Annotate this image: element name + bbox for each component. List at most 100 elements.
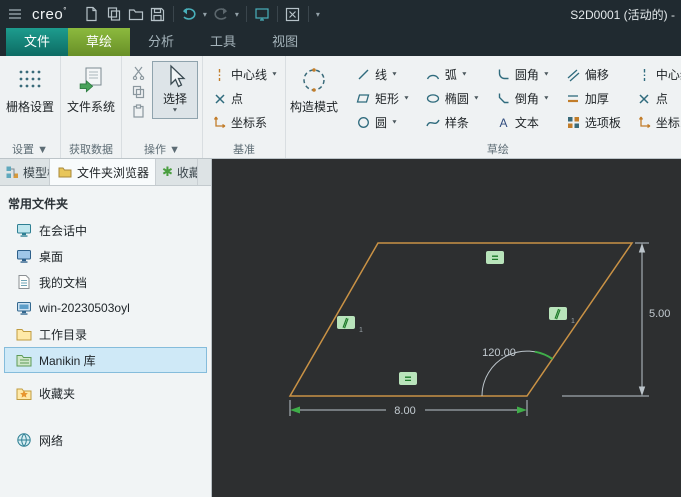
rectangle-icon: [356, 91, 371, 106]
datum-centerline-button[interactable]: 中心线 ▼: [207, 63, 283, 86]
folder-item-label: 桌面: [39, 249, 64, 264]
svg-text:=: =: [491, 251, 498, 265]
svg-text:A: A: [499, 116, 507, 129]
spline-button[interactable]: 样条: [421, 111, 485, 134]
text-button[interactable]: A 文本: [491, 111, 555, 134]
dropdown-arrow-icon[interactable]: ▼: [391, 72, 398, 78]
tab-folder-browser[interactable]: 文件夹浏览器: [50, 159, 157, 185]
folder-item-working-directory[interactable]: 工作目录: [4, 321, 207, 347]
library-icon: [15, 352, 32, 369]
offset-icon: [566, 67, 581, 82]
circle-button[interactable]: 圆 ▼: [351, 111, 415, 134]
tab-favorites[interactable]: ✱ 收藏夹: [156, 159, 199, 185]
sketch-csys-label: 坐标系: [655, 116, 681, 130]
copy-icon[interactable]: [130, 84, 147, 100]
sketch-centerline-button[interactable]: 中心线 ▼: [632, 63, 681, 86]
ribbon: 栅格设置 设置 ▼ 文件系统 获取数据 选择 ▼ 操作 ▼ 中心线 ▼ 点 坐标…: [0, 56, 681, 159]
thicken-icon: [566, 91, 581, 106]
toolbar-separator: [276, 6, 278, 22]
tab-analysis[interactable]: 分析: [130, 28, 192, 56]
tab-sketch[interactable]: 草绘: [68, 28, 131, 56]
dropdown-arrow-icon[interactable]: ▼: [403, 96, 410, 102]
undo-dropdown-icon[interactable]: ▾: [200, 10, 210, 19]
offset-button[interactable]: 偏移: [561, 63, 626, 86]
folder-section-header: 常用文件夹: [8, 197, 69, 211]
toolbar-options-icon[interactable]: ▾: [313, 10, 323, 19]
chamfer-label: 倒角: [514, 92, 539, 106]
navigator-tabs: 模型树 文件夹浏览器 ✱ 收藏夹: [0, 159, 211, 186]
datum-csys-button[interactable]: 坐标系: [207, 111, 283, 134]
constraint-equal-bottom[interactable]: =: [399, 372, 417, 386]
regenerate-window-icon[interactable]: [251, 3, 273, 25]
ellipse-button[interactable]: 椭圆 ▼: [421, 87, 485, 110]
sketch-canvas[interactable]: 8.00 5.00 120.00 = = ∥ 1 ∥ 1: [212, 159, 681, 497]
folder-item-my-documents[interactable]: 我的文档: [4, 269, 207, 295]
creo-logo: creo°: [32, 5, 67, 23]
dropdown-arrow-icon[interactable]: ▼: [543, 96, 550, 102]
toolbar-separator: [245, 6, 247, 22]
group-label-get-data[interactable]: 获取数据: [61, 141, 121, 157]
select-button[interactable]: 选择 ▼: [152, 61, 198, 119]
palette-button[interactable]: 选项板: [561, 111, 626, 134]
tab-view[interactable]: 视图: [254, 28, 316, 56]
constraint-parallel-left[interactable]: ∥ 1: [337, 316, 363, 334]
tab-tools[interactable]: 工具: [192, 28, 254, 56]
tab-model-tree[interactable]: 模型树: [0, 159, 50, 185]
constraint-equal-top[interactable]: =: [486, 251, 504, 265]
folder-icon: [56, 164, 73, 181]
file-system-button[interactable]: 文件系统: [61, 59, 121, 115]
close-window-icon[interactable]: [282, 3, 304, 25]
centerline-icon: [212, 67, 227, 82]
fillet-button[interactable]: 圆角 ▼: [491, 63, 555, 86]
thicken-button[interactable]: 加厚: [561, 87, 626, 110]
desktop-icon: [15, 248, 32, 265]
constraint-parallel-right[interactable]: ∥ 1: [549, 307, 575, 325]
folder-item-favorites[interactable]: 收藏夹: [4, 380, 207, 406]
app-menu-icon[interactable]: [4, 4, 26, 24]
grid-settings-button[interactable]: 栅格设置: [0, 59, 60, 115]
folder-item-manikin-library[interactable]: Manikin 库: [4, 347, 207, 373]
folder-item-desktop[interactable]: 桌面: [4, 243, 207, 269]
line-icon: [356, 67, 371, 82]
sketch-point-button[interactable]: 点: [632, 87, 681, 110]
sketch-csys-button[interactable]: 坐标系: [632, 111, 681, 134]
group-label-settings[interactable]: 设置 ▼: [0, 141, 60, 157]
tab-file[interactable]: 文件: [6, 28, 69, 56]
palette-label: 选项板: [584, 116, 621, 130]
folder-item-label: 在会话中: [39, 223, 88, 238]
dropdown-arrow-icon[interactable]: ▼: [461, 72, 468, 78]
grid-icon: [16, 62, 44, 98]
folder-item-in-session[interactable]: 在会话中: [4, 217, 207, 243]
construction-mode-button[interactable]: 构造模式: [286, 59, 342, 115]
new-file-icon[interactable]: [81, 3, 103, 25]
folder-item-computer[interactable]: win-20230503oyl: [4, 295, 207, 321]
construction-mode-icon: [300, 62, 328, 98]
undo-icon[interactable]: [178, 3, 200, 25]
open-folder-icon[interactable]: [125, 3, 147, 25]
title-bar: creo° ▾ ▾ ▾ S2D0001 (活动的) -: [0, 0, 681, 28]
dropdown-arrow-icon[interactable]: ▼: [543, 72, 550, 78]
point-icon: [212, 91, 227, 106]
print-icon[interactable]: [103, 3, 125, 25]
cut-icon[interactable]: [130, 65, 147, 81]
rectangle-button[interactable]: 矩形 ▼: [351, 87, 415, 110]
paste-icon[interactable]: [130, 103, 147, 119]
dimension-angle[interactable]: 120.00: [481, 347, 554, 397]
dropdown-arrow-icon[interactable]: ▼: [473, 96, 480, 102]
arc-button[interactable]: 弧 ▼: [421, 63, 485, 86]
folder-item-network[interactable]: 网络: [4, 427, 207, 453]
select-dropdown-icon[interactable]: ▼: [172, 108, 179, 114]
save-icon[interactable]: [147, 3, 169, 25]
datum-point-button[interactable]: 点: [207, 87, 283, 110]
redo-dropdown-icon[interactable]: ▾: [232, 10, 242, 19]
circle-icon: [356, 115, 371, 130]
group-label-operations[interactable]: 操作 ▼: [122, 141, 202, 157]
dropdown-arrow-icon[interactable]: ▼: [271, 72, 278, 78]
dropdown-arrow-icon[interactable]: ▼: [391, 120, 398, 126]
line-button[interactable]: 线 ▼: [351, 63, 415, 86]
favorites-icon: [15, 385, 32, 402]
folder-item-label: 工作目录: [39, 327, 88, 342]
chamfer-button[interactable]: 倒角 ▼: [491, 87, 555, 110]
dimension-width[interactable]: 8.00: [289, 400, 528, 417]
redo-icon[interactable]: [210, 3, 232, 25]
